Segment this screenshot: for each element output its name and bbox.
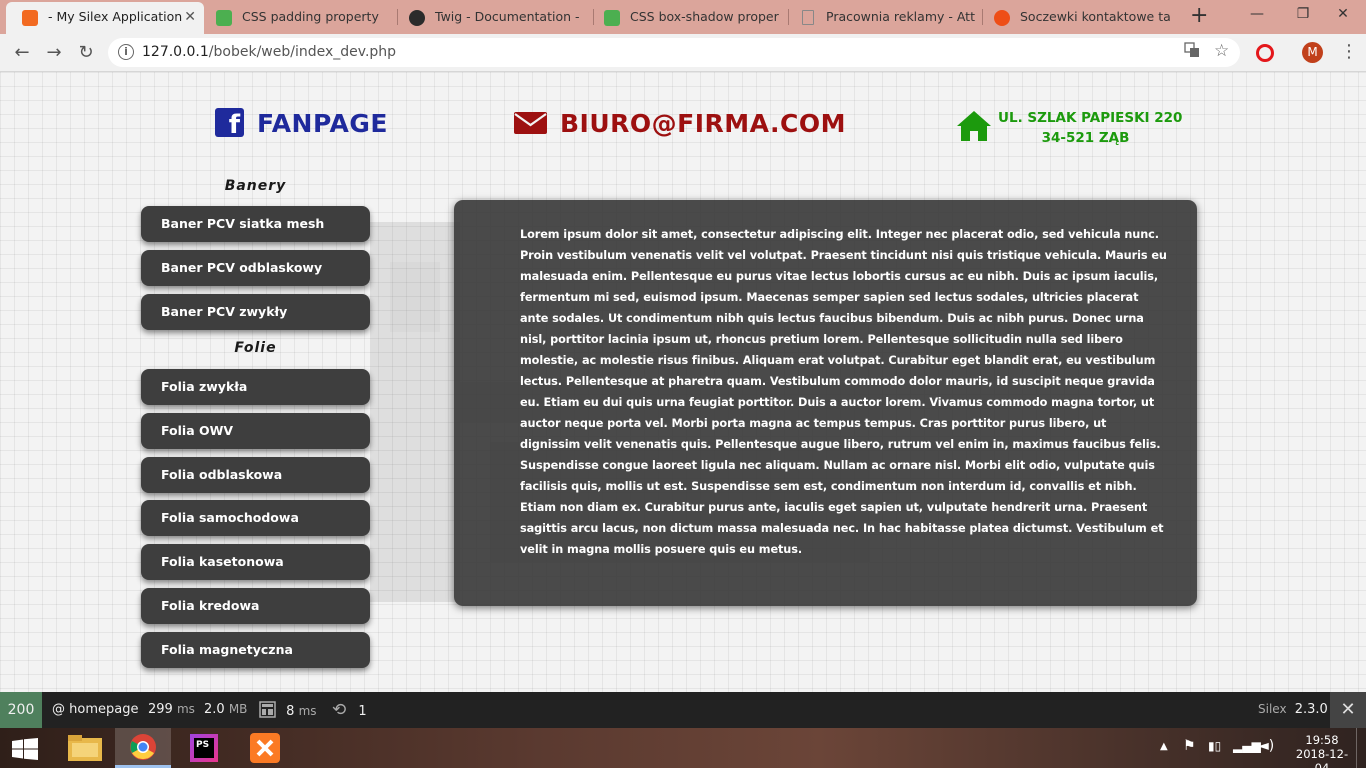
close-window-button[interactable]: ✕: [1320, 0, 1366, 30]
tab-css-padding[interactable]: CSS padding property: [200, 2, 390, 34]
show-hidden-icons-icon[interactable]: ▲: [1160, 741, 1168, 752]
address-bar[interactable]: i 127.0.0.1/bobek/web/index_dev.php ☆: [108, 38, 1240, 67]
menu-item-baner-pcv-odblaskowy[interactable]: Baner PCV odblaskowy: [141, 250, 370, 286]
tab-css-box-shadow[interactable]: CSS box-shadow proper: [588, 2, 784, 34]
taskbar-xampp[interactable]: [238, 728, 294, 768]
menu-item-folia-odblaskowa[interactable]: Folia odblaskowa: [141, 457, 370, 493]
database-icon: ⟲: [332, 700, 347, 720]
menu-item-baner-pcv-zwykly[interactable]: Baner PCV zwykły: [141, 294, 370, 330]
request-time-value: 299: [148, 702, 173, 717]
forward-arrow-icon[interactable]: →: [40, 39, 68, 67]
w3schools-favicon-icon: [216, 10, 232, 26]
taskbar-phpstorm[interactable]: PS: [176, 728, 232, 768]
twig-time-value: 8: [286, 704, 295, 719]
facebook-icon: f: [215, 108, 244, 137]
status-code-badge[interactable]: 200: [0, 692, 42, 728]
tab-title: Soczewki kontaktowe ta: [1020, 9, 1171, 24]
address-line-1: UL. SZLAK PAPIESKI 220: [998, 110, 1183, 126]
menu-item-folia-zwykla[interactable]: Folia zwykła: [141, 369, 370, 405]
new-tab-button[interactable]: +: [1190, 3, 1208, 29]
twig-panel[interactable]: 8 ms: [259, 701, 317, 719]
framework-version[interactable]: Silex 2.3.0: [1258, 702, 1328, 717]
folder-icon: [68, 735, 102, 761]
xampp-favicon-icon: [22, 10, 38, 26]
address-line-2: 34-521 ZĄB: [1041, 130, 1130, 146]
tab-title: CSS box-shadow proper: [630, 9, 779, 24]
show-desktop-button[interactable]: [1356, 728, 1366, 768]
reload-icon[interactable]: ↻: [72, 39, 100, 67]
memory-usage[interactable]: 2.0 MB: [204, 702, 247, 717]
tab-my-silex-application[interactable]: - My Silex Application ✕: [6, 2, 204, 34]
network-signal-icon[interactable]: ▂▄▆: [1233, 739, 1261, 753]
url-path: /bobek/web/index_dev.php: [208, 44, 397, 60]
close-debugbar-icon[interactable]: ✕: [1330, 692, 1366, 728]
framework-name: Silex: [1258, 702, 1287, 716]
taskbar-file-explorer[interactable]: [57, 728, 113, 768]
flag-notification-icon[interactable]: ⚑: [1183, 738, 1196, 754]
back-arrow-icon[interactable]: ←: [8, 39, 36, 67]
category-title-banery: Banery: [224, 178, 287, 194]
menu-item-folia-owv[interactable]: Folia OWV: [141, 413, 370, 449]
tab-pracownia-reklamy[interactable]: Pracownia reklamy - Att: [784, 2, 980, 34]
minimize-window-button[interactable]: —: [1234, 0, 1280, 30]
system-clock[interactable]: 19:58 2018-12-04: [1290, 733, 1354, 768]
browser-menu-icon[interactable]: ⋮: [1340, 40, 1358, 64]
tab-soczewki-kontaktowe[interactable]: Soczewki kontaktowe ta: [978, 2, 1174, 34]
memory-value: 2.0: [204, 702, 225, 717]
url-host: 127.0.0.1: [142, 44, 209, 60]
fanpage-label: FANPAGE: [257, 109, 388, 138]
battery-icon[interactable]: ▮▯: [1208, 739, 1221, 753]
twig-time-unit: ms: [298, 704, 317, 718]
url-text[interactable]: 127.0.0.1/bobek/web/index_dev.php: [142, 44, 396, 60]
taskbar-chrome[interactable]: [115, 728, 171, 768]
browser-toolbar: ← → ↻ i 127.0.0.1/bobek/web/index_dev.ph…: [0, 34, 1366, 72]
content-text: Lorem ipsum dolor sit amet, consectetur …: [520, 228, 1167, 556]
w3schools-favicon-icon: [604, 10, 620, 26]
category-title-folie: Folie: [234, 340, 277, 356]
silex-debug-toolbar: 200 @ homepage 299 ms 2.0 MB 8 ms ⟲ 1 Si…: [0, 692, 1366, 728]
phpstorm-icon: PS: [190, 734, 218, 762]
memory-unit: MB: [228, 702, 248, 716]
site-favicon-icon: [994, 10, 1010, 26]
xampp-icon: [250, 733, 280, 763]
menu-item-folia-kasetonowa[interactable]: Folia kasetonowa: [141, 544, 370, 580]
translate-icon[interactable]: [1184, 42, 1200, 62]
request-time[interactable]: 299 ms: [148, 702, 195, 717]
browser-tab-strip: - My Silex Application ✕ CSS padding pro…: [0, 0, 1366, 34]
opera-extension-icon[interactable]: [1256, 44, 1274, 62]
clock-time: 19:58: [1305, 733, 1339, 747]
tab-title: CSS padding property: [242, 9, 379, 24]
email-label: BIURO@FIRMA.COM: [560, 109, 846, 138]
request-time-unit: ms: [176, 702, 195, 716]
menu-item-folia-kredowa[interactable]: Folia kredowa: [141, 588, 370, 624]
chrome-icon: [130, 734, 156, 760]
template-icon: [259, 701, 276, 718]
windows-start-icon[interactable]: [12, 738, 38, 764]
db-queries-count: 1: [358, 704, 367, 719]
framework-version-number: 2.3.0: [1294, 702, 1328, 717]
bookmark-star-icon[interactable]: ☆: [1214, 41, 1229, 61]
tab-twig-documentation[interactable]: Twig - Documentation -: [393, 2, 591, 34]
tab-title: - My Silex Application: [48, 9, 183, 24]
home-icon: [957, 111, 991, 141]
profile-avatar[interactable]: M: [1302, 42, 1323, 63]
clock-date: 2018-12-04: [1295, 747, 1349, 768]
windows-taskbar: PS ▲ ⚑ ▮▯ ▂▄▆ ◄) 19:58 2018-12-04: [0, 728, 1366, 768]
menu-item-baner-pcv-siatka-mesh[interactable]: Baner PCV siatka mesh: [141, 206, 370, 242]
envelope-icon: [514, 112, 547, 134]
tab-title: Twig - Documentation -: [435, 9, 580, 24]
content-panel: Lorem ipsum dolor sit amet, consectetur …: [454, 200, 1197, 606]
tab-title: Pracownia reklamy - Att: [826, 9, 975, 24]
address-text: UL. SZLAK PAPIESKI 220 34-521 ZĄB: [998, 108, 1183, 148]
database-panel[interactable]: ⟲ 1: [332, 700, 367, 720]
site-info-icon[interactable]: i: [118, 44, 134, 60]
menu-item-folia-magnetyczna[interactable]: Folia magnetyczna: [141, 632, 370, 668]
web-page: f FANPAGE BIURO@FIRMA.COM UL. SZLAK PAPI…: [0, 72, 1366, 692]
route-name[interactable]: @ homepage: [52, 702, 138, 717]
menu-item-folia-samochodowa[interactable]: Folia samochodowa: [141, 500, 370, 536]
twig-favicon-icon: [409, 10, 425, 26]
close-tab-icon[interactable]: ✕: [184, 2, 196, 32]
document-favicon-icon: [802, 10, 814, 25]
volume-icon[interactable]: ◄): [1258, 738, 1274, 754]
